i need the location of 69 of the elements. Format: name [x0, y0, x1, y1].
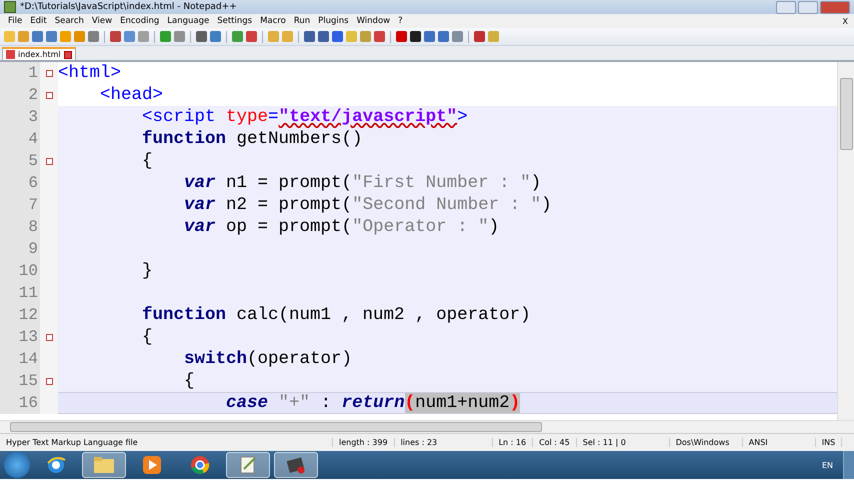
line-number: 2: [0, 84, 40, 106]
close-document-button[interactable]: X: [842, 16, 854, 26]
menu-item[interactable]: Encoding: [116, 16, 164, 26]
toolbar-icon[interactable]: [196, 31, 207, 42]
menu-item[interactable]: Search: [50, 16, 88, 26]
line-number: 4: [0, 128, 40, 150]
vertical-scrollbar[interactable]: [837, 62, 854, 420]
restore-button[interactable]: [798, 0, 818, 14]
browser-circle-icon[interactable]: [190, 455, 210, 475]
show-desktop-button[interactable]: [843, 451, 854, 479]
line-number: 16: [0, 392, 40, 414]
close-icon[interactable]: [64, 50, 72, 58]
tab-label: index.html: [18, 50, 61, 59]
toolbar-icon[interactable]: [304, 31, 315, 42]
file-type-label: Hyper Text Markup Language file: [0, 438, 333, 447]
minimize-button[interactable]: [776, 0, 796, 14]
selection-label: Sel : 11 | 0: [576, 438, 670, 447]
fold-marker-icon[interactable]: [46, 378, 52, 384]
folder-icon[interactable]: [93, 456, 115, 474]
fold-marker-icon[interactable]: [46, 334, 52, 340]
line-number: 15: [0, 370, 40, 392]
menu-item[interactable]: Edit: [26, 16, 51, 26]
line-number: 6: [0, 172, 40, 194]
menu-item[interactable]: Run: [290, 16, 314, 26]
menu-item[interactable]: Macro: [256, 16, 290, 26]
file-tab[interactable]: index.html: [2, 47, 76, 60]
line-number: 13: [0, 326, 40, 348]
line-number: 5: [0, 150, 40, 172]
line-number: 12: [0, 304, 40, 326]
scroll-thumb[interactable]: [10, 422, 542, 432]
fold-marker-icon[interactable]: [46, 92, 52, 98]
browser-e-icon[interactable]: [46, 455, 66, 475]
line-number: 11: [0, 282, 40, 304]
horizontal-scrollbar[interactable]: [0, 420, 854, 433]
line-ending-label: Dos\Windows: [670, 438, 743, 447]
play-icon[interactable]: [142, 455, 162, 475]
start-button[interactable]: [4, 452, 30, 478]
line-number: 7: [0, 194, 40, 216]
line-label: Ln : 16: [492, 438, 534, 447]
scroll-thumb[interactable]: [840, 78, 852, 150]
lines-label: lines : 23: [394, 438, 493, 447]
close-button[interactable]: [820, 0, 850, 14]
notepad-icon: [4, 1, 16, 13]
terminal-icon[interactable]: [286, 455, 306, 475]
length-label: length : 399: [333, 438, 395, 447]
line-number: 9: [0, 238, 40, 260]
menu-item[interactable]: File: [4, 16, 26, 26]
menu-item[interactable]: Plugins: [314, 16, 353, 26]
line-number: 3: [0, 106, 40, 128]
menu-item[interactable]: ?: [394, 16, 407, 26]
menu-item[interactable]: Language: [163, 16, 214, 26]
menu-item[interactable]: Window: [352, 16, 394, 26]
notepad-icon[interactable]: [238, 455, 258, 475]
menu-item[interactable]: Settings: [213, 16, 256, 26]
line-number: 10: [0, 260, 40, 282]
language-indicator[interactable]: EN: [822, 460, 839, 470]
fold-marker-icon[interactable]: [46, 70, 52, 76]
column-label: Col : 45: [533, 438, 577, 447]
toolbar-icon[interactable]: [318, 31, 329, 42]
line-number: 8: [0, 216, 40, 238]
menu-item[interactable]: View: [88, 16, 116, 26]
insert-mode-label: INS: [816, 438, 842, 447]
file-icon: [6, 50, 15, 59]
encoding-label: ANSI: [742, 438, 816, 447]
toolbar-icon[interactable]: [410, 31, 421, 42]
line-number: 14: [0, 348, 40, 370]
fold-marker-icon[interactable]: [46, 158, 52, 164]
window-title: *D:\Tutorials\JavaScript\index.html - Notepad++: [20, 2, 238, 12]
line-number: 1: [0, 62, 40, 84]
